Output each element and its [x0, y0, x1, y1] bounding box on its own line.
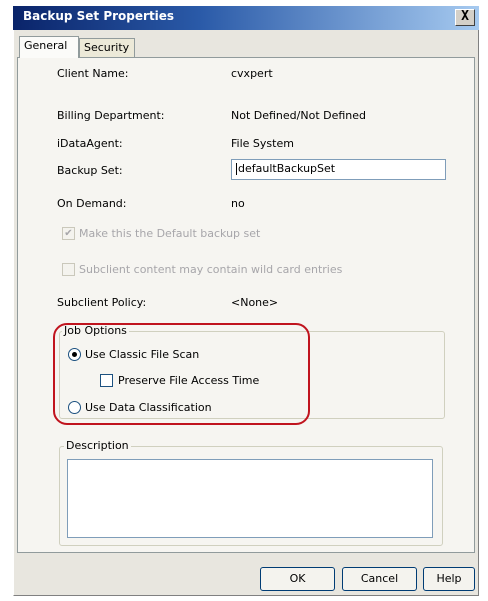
- description-textarea[interactable]: [67, 459, 433, 538]
- default-backup-set-label: Make this the Default backup set: [79, 227, 261, 240]
- tab-general-label: General: [24, 39, 68, 52]
- checkmark-icon: ✔: [64, 228, 73, 239]
- on-demand-value: no: [231, 197, 245, 210]
- on-demand-label: On Demand:: [57, 197, 127, 210]
- help-button[interactable]: Help: [423, 567, 475, 591]
- subclient-policy-value: <None>: [231, 296, 279, 309]
- text-caret: [236, 163, 237, 175]
- wildcard-checkbox[interactable]: [62, 263, 75, 276]
- wildcard-label: Subclient content may contain wild card …: [79, 263, 343, 276]
- billing-value: Not Defined/Not Defined: [231, 109, 367, 122]
- client-name-value: cvxpert: [231, 67, 273, 80]
- ok-button[interactable]: OK: [260, 567, 335, 591]
- client-name-label: Client Name:: [57, 67, 129, 80]
- tab-security[interactable]: Security: [79, 38, 135, 58]
- window-title: Backup Set Properties: [23, 9, 175, 23]
- annotation-highlight: [53, 323, 310, 425]
- idataagent-value: File System: [231, 137, 294, 150]
- close-button[interactable]: X: [455, 9, 475, 26]
- backup-set-value: defaultBackupSet: [238, 162, 336, 175]
- default-backup-set-checkbox[interactable]: ✔: [62, 227, 75, 240]
- billing-label: Billing Department:: [57, 109, 165, 122]
- idataagent-label: iDataAgent:: [57, 137, 123, 150]
- tab-security-label: Security: [84, 41, 130, 54]
- tab-general[interactable]: General: [19, 36, 79, 58]
- subclient-policy-label: Subclient Policy:: [57, 296, 147, 309]
- cancel-button[interactable]: Cancel: [342, 567, 417, 591]
- backup-set-label: Backup Set:: [57, 164, 123, 177]
- close-icon: X: [461, 9, 469, 24]
- backup-set-input[interactable]: defaultBackupSet: [231, 159, 446, 180]
- description-label: Description: [64, 439, 131, 452]
